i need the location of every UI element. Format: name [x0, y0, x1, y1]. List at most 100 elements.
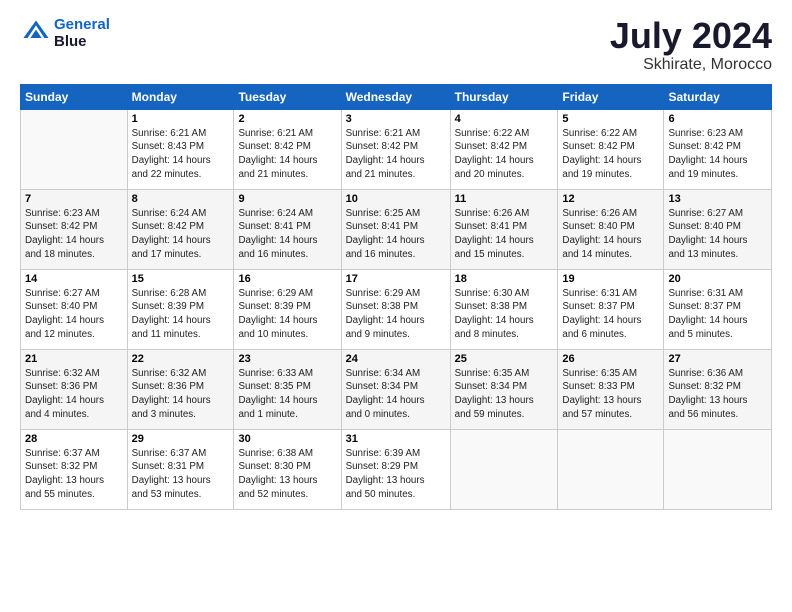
day-number: 31 [346, 433, 446, 445]
calendar-header-row: SundayMondayTuesdayWednesdayThursdayFrid… [21, 84, 772, 109]
day-number: 10 [346, 193, 446, 205]
calendar-cell: 25 Sunrise: 6:35 AM Sunset: 8:34 PM Dayli… [450, 349, 558, 429]
calendar-cell: 16 Sunrise: 6:29 AM Sunset: 8:39 PM Dayli… [234, 269, 341, 349]
day-info: Sunrise: 6:23 AM Sunset: 8:42 PM Dayligh… [25, 207, 123, 262]
column-header-wednesday: Wednesday [341, 84, 450, 109]
day-number: 16 [238, 273, 336, 285]
day-info: Sunrise: 6:27 AM Sunset: 8:40 PM Dayligh… [668, 207, 767, 262]
calendar-table: SundayMondayTuesdayWednesdayThursdayFrid… [20, 84, 772, 510]
day-number: 19 [562, 273, 659, 285]
calendar-week-row: 21 Sunrise: 6:32 AM Sunset: 8:36 PM Dayli… [21, 349, 772, 429]
calendar-cell: 13 Sunrise: 6:27 AM Sunset: 8:40 PM Dayli… [664, 189, 772, 269]
day-number: 11 [455, 193, 554, 205]
calendar-cell: 24 Sunrise: 6:34 AM Sunset: 8:34 PM Dayli… [341, 349, 450, 429]
calendar-cell: 7Sunrise: 6:23 AM Sunset: 8:42 PM Daylig… [21, 189, 128, 269]
day-number: 29 [132, 433, 230, 445]
column-header-saturday: Saturday [664, 84, 772, 109]
calendar-cell [664, 429, 772, 509]
calendar-cell: 6Sunrise: 6:23 AM Sunset: 8:42 PM Daylig… [664, 109, 772, 189]
calendar-week-row: 1 Sunrise: 6:21 AM Sunset: 8:43 PM Daylig… [21, 109, 772, 189]
calendar-week-row: 14Sunrise: 6:27 AM Sunset: 8:40 PM Dayli… [21, 269, 772, 349]
day-number: 22 [132, 353, 230, 365]
day-info: Sunrise: 6:33 AM Sunset: 8:35 PM Dayligh… [238, 367, 336, 422]
day-info: Sunrise: 6:37 AM Sunset: 8:32 PM Dayligh… [25, 447, 123, 502]
header: General Blue July 2024 Skhirate, Morocco [20, 16, 772, 74]
day-info: Sunrise: 6:34 AM Sunset: 8:34 PM Dayligh… [346, 367, 446, 422]
column-header-tuesday: Tuesday [234, 84, 341, 109]
calendar-cell: 14Sunrise: 6:27 AM Sunset: 8:40 PM Dayli… [21, 269, 128, 349]
day-info: Sunrise: 6:25 AM Sunset: 8:41 PM Dayligh… [346, 207, 446, 262]
day-info: Sunrise: 6:21 AM Sunset: 8:42 PM Dayligh… [346, 127, 446, 182]
calendar-cell: 4 Sunrise: 6:22 AM Sunset: 8:42 PM Daylig… [450, 109, 558, 189]
day-number: 25 [455, 353, 554, 365]
day-number: 27 [668, 353, 767, 365]
day-number: 1 [132, 113, 230, 125]
day-info: Sunrise: 6:23 AM Sunset: 8:42 PM Dayligh… [668, 127, 767, 182]
day-info: Sunrise: 6:31 AM Sunset: 8:37 PM Dayligh… [668, 287, 767, 342]
day-number: 30 [238, 433, 336, 445]
day-info: Sunrise: 6:29 AM Sunset: 8:39 PM Dayligh… [238, 287, 336, 342]
calendar-cell: 12 Sunrise: 6:26 AM Sunset: 8:40 PM Dayli… [558, 189, 664, 269]
subtitle: Skhirate, Morocco [610, 56, 772, 74]
day-number: 28 [25, 433, 123, 445]
day-info: Sunrise: 6:39 AM Sunset: 8:29 PM Dayligh… [346, 447, 446, 502]
calendar-cell: 22 Sunrise: 6:32 AM Sunset: 8:36 PM Dayli… [127, 349, 234, 429]
calendar-cell: 20 Sunrise: 6:31 AM Sunset: 8:37 PM Dayli… [664, 269, 772, 349]
day-number: 15 [132, 273, 230, 285]
day-number: 17 [346, 273, 446, 285]
day-number: 12 [562, 193, 659, 205]
calendar-cell: 15Sunrise: 6:28 AM Sunset: 8:39 PM Dayli… [127, 269, 234, 349]
calendar-cell: 1 Sunrise: 6:21 AM Sunset: 8:43 PM Daylig… [127, 109, 234, 189]
calendar-cell: 28 Sunrise: 6:37 AM Sunset: 8:32 PM Dayli… [21, 429, 128, 509]
day-number: 4 [455, 113, 554, 125]
day-info: Sunrise: 6:29 AM Sunset: 8:38 PM Dayligh… [346, 287, 446, 342]
calendar-cell: 21Sunrise: 6:32 AM Sunset: 8:36 PM Dayli… [21, 349, 128, 429]
day-info: Sunrise: 6:32 AM Sunset: 8:36 PM Dayligh… [132, 367, 230, 422]
calendar-cell: 27Sunrise: 6:36 AM Sunset: 8:32 PM Dayli… [664, 349, 772, 429]
column-header-sunday: Sunday [21, 84, 128, 109]
calendar-cell: 17 Sunrise: 6:29 AM Sunset: 8:38 PM Dayli… [341, 269, 450, 349]
day-info: Sunrise: 6:35 AM Sunset: 8:34 PM Dayligh… [455, 367, 554, 422]
calendar-week-row: 28 Sunrise: 6:37 AM Sunset: 8:32 PM Dayli… [21, 429, 772, 509]
column-header-thursday: Thursday [450, 84, 558, 109]
day-info: Sunrise: 6:37 AM Sunset: 8:31 PM Dayligh… [132, 447, 230, 502]
day-info: Sunrise: 6:22 AM Sunset: 8:42 PM Dayligh… [562, 127, 659, 182]
day-info: Sunrise: 6:21 AM Sunset: 8:43 PM Dayligh… [132, 127, 230, 182]
day-number: 8 [132, 193, 230, 205]
page: General Blue July 2024 Skhirate, Morocco… [0, 0, 792, 612]
day-number: 24 [346, 353, 446, 365]
calendar-cell [21, 109, 128, 189]
calendar-cell [558, 429, 664, 509]
day-info: Sunrise: 6:24 AM Sunset: 8:41 PM Dayligh… [238, 207, 336, 262]
day-number: 20 [668, 273, 767, 285]
calendar-cell: 8Sunrise: 6:24 AM Sunset: 8:42 PM Daylig… [127, 189, 234, 269]
day-info: Sunrise: 6:27 AM Sunset: 8:40 PM Dayligh… [25, 287, 123, 342]
day-number: 13 [668, 193, 767, 205]
calendar-cell: 11 Sunrise: 6:26 AM Sunset: 8:41 PM Dayli… [450, 189, 558, 269]
column-header-monday: Monday [127, 84, 234, 109]
day-info: Sunrise: 6:21 AM Sunset: 8:42 PM Dayligh… [238, 127, 336, 182]
day-info: Sunrise: 6:30 AM Sunset: 8:38 PM Dayligh… [455, 287, 554, 342]
day-number: 9 [238, 193, 336, 205]
calendar-cell [450, 429, 558, 509]
logo-icon [22, 17, 50, 45]
day-number: 21 [25, 353, 123, 365]
calendar-cell: 3Sunrise: 6:21 AM Sunset: 8:42 PM Daylig… [341, 109, 450, 189]
day-info: Sunrise: 6:26 AM Sunset: 8:40 PM Dayligh… [562, 207, 659, 262]
calendar-cell: 19 Sunrise: 6:31 AM Sunset: 8:37 PM Dayli… [558, 269, 664, 349]
day-number: 26 [562, 353, 659, 365]
day-info: Sunrise: 6:26 AM Sunset: 8:41 PM Dayligh… [455, 207, 554, 262]
calendar-week-row: 7Sunrise: 6:23 AM Sunset: 8:42 PM Daylig… [21, 189, 772, 269]
column-header-friday: Friday [558, 84, 664, 109]
day-info: Sunrise: 6:38 AM Sunset: 8:30 PM Dayligh… [238, 447, 336, 502]
day-number: 5 [562, 113, 659, 125]
calendar-cell: 29 Sunrise: 6:37 AM Sunset: 8:31 PM Dayli… [127, 429, 234, 509]
day-number: 2 [238, 113, 336, 125]
calendar-cell: 26Sunrise: 6:35 AM Sunset: 8:33 PM Dayli… [558, 349, 664, 429]
calendar-cell: 31 Sunrise: 6:39 AM Sunset: 8:29 PM Dayli… [341, 429, 450, 509]
logo: General Blue [20, 16, 110, 51]
day-number: 18 [455, 273, 554, 285]
day-info: Sunrise: 6:22 AM Sunset: 8:42 PM Dayligh… [455, 127, 554, 182]
calendar-cell: 23Sunrise: 6:33 AM Sunset: 8:35 PM Dayli… [234, 349, 341, 429]
day-info: Sunrise: 6:31 AM Sunset: 8:37 PM Dayligh… [562, 287, 659, 342]
